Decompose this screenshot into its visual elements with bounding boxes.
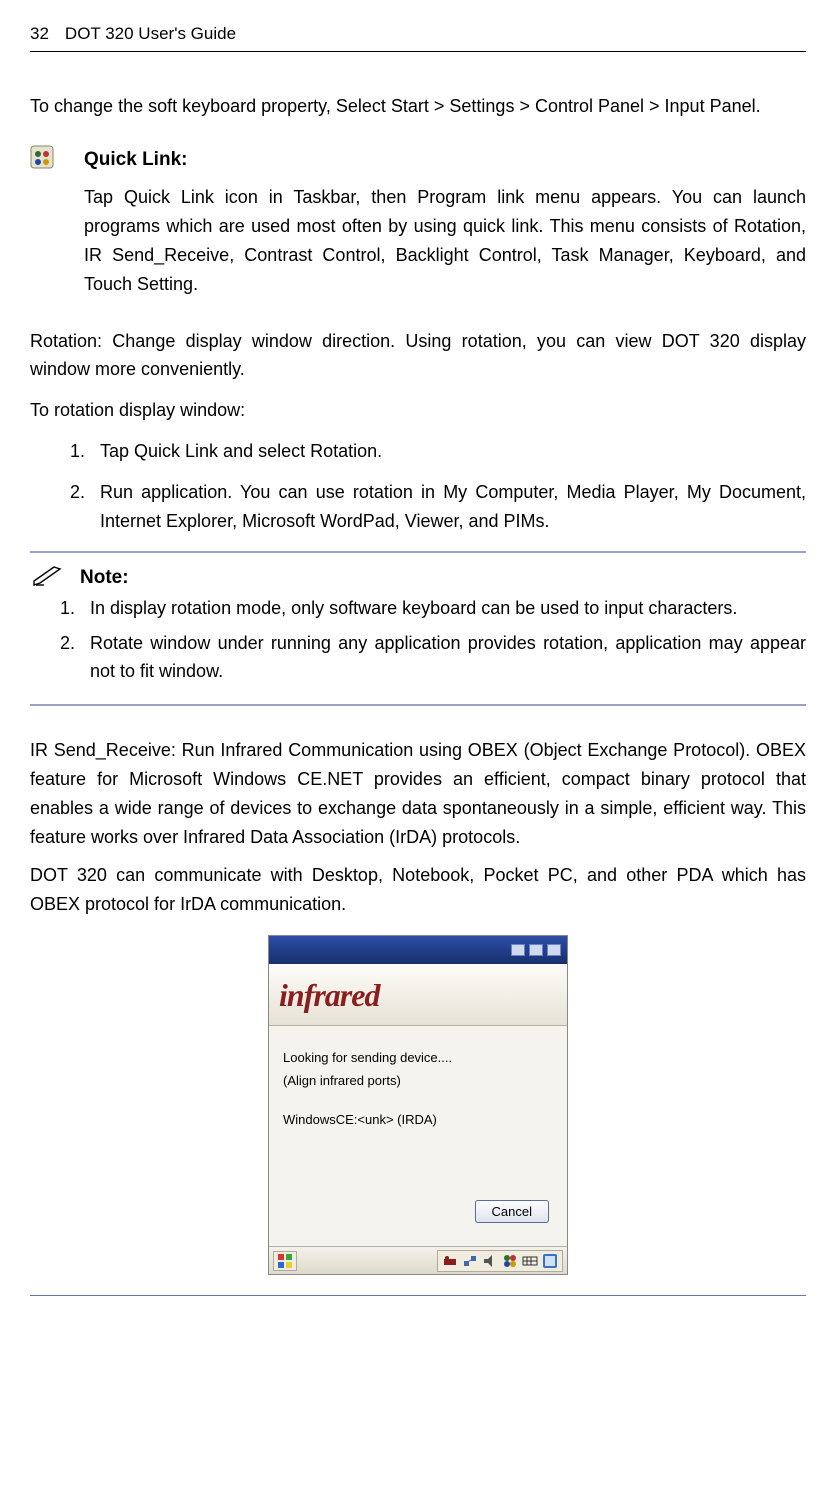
device-window: infrared Looking for sending device.... …: [268, 935, 568, 1275]
doc-title: DOT 320 User's Guide: [65, 20, 236, 47]
rotation-step: Tap Quick Link and select Rotation.: [90, 437, 806, 466]
infrared-logo: infrared: [269, 964, 567, 1026]
rotation-steps: Tap Quick Link and select Rotation. Run …: [90, 437, 806, 535]
titlebar: [269, 936, 567, 964]
infrared-screenshot: infrared Looking for sending device.... …: [30, 935, 806, 1275]
quick-link-body: Tap Quick Link icon in Taskbar, then Pro…: [84, 183, 806, 298]
status-line-2: (Align infrared ports): [283, 1071, 553, 1092]
tray-network-icon[interactable]: [462, 1253, 478, 1269]
taskbar-tray: [437, 1250, 563, 1272]
rotation-desc: Rotation: Change display window directio…: [30, 327, 806, 385]
titlebar-button-icon[interactable]: [511, 944, 525, 956]
note-item: In display rotation mode, only software …: [80, 594, 806, 623]
rotation-step: Run application. You can use rotation in…: [90, 478, 806, 536]
note-box: Note: In display rotation mode, only sof…: [30, 551, 806, 706]
quick-link-heading: Quick Link:: [84, 145, 187, 175]
device-body: Looking for sending device.... (Align in…: [269, 1026, 567, 1246]
note-label: Note:: [80, 563, 129, 593]
taskbar: [269, 1246, 567, 1274]
titlebar-button-icon[interactable]: [547, 944, 561, 956]
device-id-line: WindowsCE:<unk> (IRDA): [283, 1110, 553, 1131]
note-icon: [30, 563, 66, 587]
note-item: Rotate window under running any applicat…: [80, 629, 806, 687]
tray-icon[interactable]: [442, 1253, 458, 1269]
cancel-button[interactable]: Cancel: [475, 1200, 549, 1223]
start-button[interactable]: [273, 1251, 297, 1271]
quick-link-header: Quick Link:: [30, 145, 806, 175]
footer-rule: [30, 1295, 806, 1296]
note-list: In display rotation mode, only software …: [80, 594, 806, 686]
quick-link-icon: [30, 145, 54, 169]
tray-volume-icon[interactable]: [482, 1253, 498, 1269]
page-header: 32 DOT 320 User's Guide: [30, 20, 806, 52]
page-number: 32: [30, 20, 49, 47]
tray-keyboard-icon[interactable]: [522, 1253, 538, 1269]
ir-paragraph-1: IR Send_Receive: Run Infrared Communicat…: [30, 736, 806, 851]
status-line-1: Looking for sending device....: [283, 1048, 553, 1069]
rotation-subhead: To rotation display window:: [30, 396, 806, 425]
ir-paragraph-2: DOT 320 can communicate with Desktop, No…: [30, 861, 806, 919]
titlebar-button-icon[interactable]: [529, 944, 543, 956]
tray-quick-link-icon[interactable]: [502, 1253, 518, 1269]
tray-desktop-icon[interactable]: [542, 1253, 558, 1269]
intro-paragraph: To change the soft keyboard property, Se…: [30, 92, 806, 121]
